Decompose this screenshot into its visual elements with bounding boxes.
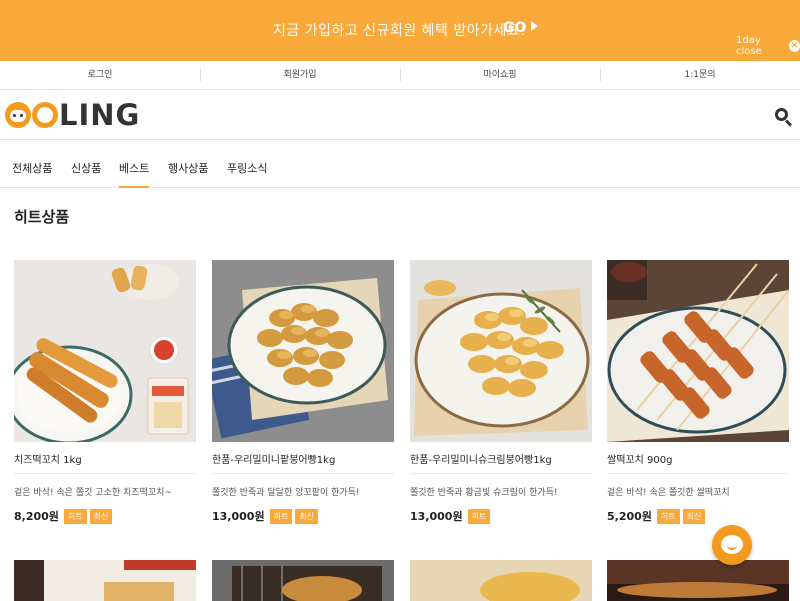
chat-button[interactable] xyxy=(712,525,752,565)
product-image-partial[interactable] xyxy=(410,560,592,601)
divider xyxy=(212,473,394,474)
product-image-partial[interactable] xyxy=(14,560,196,601)
category-events[interactable]: 행사상품 xyxy=(168,141,208,188)
product-description: 겉은 바삭! 속은 쫄깃한 쌀떡꼬치 xyxy=(607,488,730,498)
product-price: 8,200원 xyxy=(14,510,59,523)
product-price: 13,000원 xyxy=(212,510,265,523)
logo-ring-icon xyxy=(32,102,58,128)
section-title: 히트상품 xyxy=(14,208,70,226)
promo-banner[interactable]: 지금 가입하고 신규회원 혜택 받아가세요! GO 1day close × xyxy=(0,0,800,61)
product-image[interactable] xyxy=(607,260,789,442)
product-name[interactable]: 한품-우리밀미니팥붕어빵1kg xyxy=(212,451,394,466)
product-image[interactable] xyxy=(410,260,592,442)
category-best[interactable]: 베스트 xyxy=(119,141,150,188)
product-image[interactable] xyxy=(212,260,394,442)
product-image-partial[interactable] xyxy=(607,560,789,601)
promo-go-label: GO xyxy=(503,20,527,36)
badge-hit: 히트 xyxy=(467,508,491,524)
badge-hit: 히트 xyxy=(656,508,680,524)
product-card[interactable]: 쌀떡꼬치 900g 겉은 바삭! 속은 쫄깃한 쌀떡꼬치 5,200원 히트 최… xyxy=(607,260,789,524)
product-image[interactable] xyxy=(14,260,196,442)
site-logo[interactable]: LING xyxy=(5,100,140,130)
divider xyxy=(607,473,789,474)
product-price: 13,000원 xyxy=(410,510,463,523)
category-nav: 전체상품 신상품 베스트 행사상품 푸링소식 xyxy=(0,141,800,188)
utility-nav: 로그인 회원가입 마이쇼핑 1:1문의 xyxy=(0,61,800,90)
product-name[interactable]: 한품-우리밀미니슈크림붕어빵1kg xyxy=(410,451,592,466)
my-shopping-link[interactable]: 마이쇼핑 xyxy=(400,61,600,89)
product-card[interactable]: 한품-우리밀미니팥붕어빵1kg 쫄깃한 반죽과 달달한 앙꼬팥이 한가득! 13… xyxy=(212,260,394,524)
product-name[interactable]: 쌀떡꼬치 900g xyxy=(607,451,789,466)
login-link[interactable]: 로그인 xyxy=(0,61,200,89)
promo-text[interactable]: 지금 가입하고 신규회원 혜택 받아가세요! xyxy=(273,20,526,40)
category-new[interactable]: 신상품 xyxy=(71,141,101,188)
divider xyxy=(14,473,196,474)
product-name[interactable]: 치즈떡꼬치 1kg xyxy=(14,451,196,466)
badge-new: 최신 xyxy=(295,508,319,524)
product-card[interactable]: 치즈떡꼬치 1kg 겉은 바삭! 속은 쫄깃 고소한 치즈떡꼬치~ 8,200원… xyxy=(14,260,196,524)
one-day-close-label: 1day close xyxy=(736,35,762,57)
product-description: 쫄깃한 반죽과 달달한 앙꼬팥이 한가득! xyxy=(212,488,360,498)
badge-new: 최신 xyxy=(89,508,113,524)
product-description: 쫄깃한 반죽과 황금빛 슈크림이 한가득! xyxy=(410,488,558,498)
badge-hit: 히트 xyxy=(269,508,293,524)
one-day-close-button[interactable]: 1day close × xyxy=(736,35,800,57)
logo-wordmark: LING xyxy=(59,98,141,132)
search-button[interactable] xyxy=(775,108,793,127)
close-icon: × xyxy=(789,40,800,52)
product-card[interactable]: 한품-우리밀미니슈크림붕어빵1kg 쫄깃한 반죽과 황금빛 슈크림이 한가득! … xyxy=(410,260,592,524)
logo-mascot-icon xyxy=(5,102,31,128)
category-all[interactable]: 전체상품 xyxy=(12,141,52,188)
product-image-partial[interactable] xyxy=(212,560,394,601)
category-news[interactable]: 푸링소식 xyxy=(227,141,267,188)
product-price: 5,200원 xyxy=(607,510,652,523)
inquiry-link[interactable]: 1:1문의 xyxy=(600,61,800,89)
badge-new: 최신 xyxy=(682,508,706,524)
signup-link[interactable]: 회원가입 xyxy=(200,61,400,89)
site-header: LING xyxy=(0,90,800,140)
play-arrow-icon xyxy=(531,21,539,31)
promo-go-link[interactable]: GO xyxy=(503,20,539,36)
badge-hit: 히트 xyxy=(63,508,87,524)
product-description: 겉은 바삭! 속은 쫄깃 고소한 치즈떡꼬치~ xyxy=(14,488,172,498)
divider xyxy=(410,473,592,474)
